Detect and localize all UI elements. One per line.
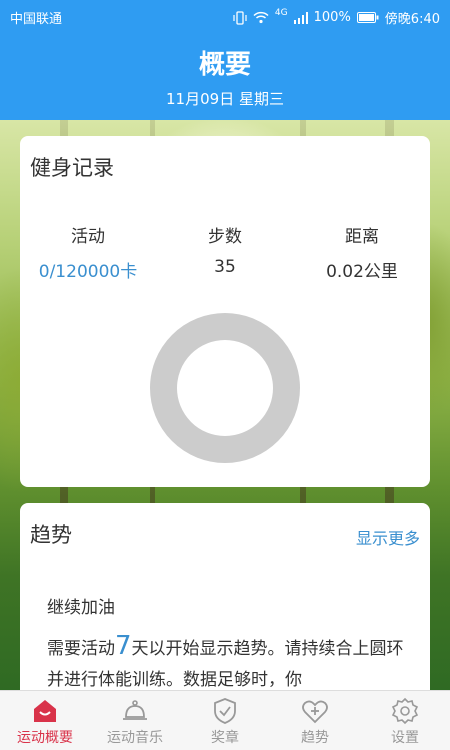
status-bar: 中国联通 4G 100% 傍晚6:40 <box>0 0 450 32</box>
nav-item-overview[interactable]: 运动概要 <box>0 691 90 750</box>
nav-label: 设置 <box>391 730 419 746</box>
bell-icon <box>123 700 147 720</box>
stat-label: 距离 <box>345 227 379 247</box>
desc-prefix: 需要活动 <box>47 639 115 659</box>
stat-value: 35 <box>214 257 236 277</box>
vibrate-icon <box>233 10 247 25</box>
nav-label: 运动概要 <box>17 730 73 746</box>
page-title: 概要 <box>198 50 251 80</box>
desc-days: 7 <box>115 631 132 661</box>
card-title: 趋势 <box>30 523 72 547</box>
trend-description: 需要活动7天以开始显示趋势。请持续合上圆环并进行体能训练。数据足够时，你 <box>47 631 419 696</box>
gear-icon <box>391 697 419 725</box>
fitness-record-card[interactable]: 健身记录 活动 0/120000卡 步数 35 距离 0.02公里 <box>20 136 430 487</box>
header: 中国联通 4G 100% 傍晚6:40 概要 11月09日 星期三 <box>0 0 450 120</box>
stat-value: 0.02公里 <box>326 262 398 282</box>
signal-icon <box>293 11 308 24</box>
medal-icon <box>214 698 236 724</box>
clock-label: 傍晚6:40 <box>384 12 440 27</box>
stat-activity: 活动 0/120000卡 <box>20 222 156 282</box>
activity-ring[interactable] <box>150 313 300 463</box>
nav-label: 奖章 <box>211 730 239 746</box>
date-label: 11月09日 星期三 <box>166 90 284 108</box>
bottom-nav: 运动概要 运动音乐 奖章 趋势 设置 <box>0 690 450 750</box>
heart-plus-icon <box>302 700 328 724</box>
stat-distance: 距离 0.02公里 <box>294 222 430 282</box>
battery-icon <box>356 12 379 23</box>
nav-item-music[interactable]: 运动音乐 <box>90 691 180 750</box>
nav-label: 趋势 <box>301 730 329 746</box>
stat-label: 步数 <box>208 227 242 247</box>
nav-item-settings[interactable]: 设置 <box>360 691 450 750</box>
trend-card: 趋势 显示更多 继续加油 需要活动7天以开始显示趋势。请持续合上圆环并进行体能训… <box>20 503 430 703</box>
network-type-label: 4G <box>274 7 288 18</box>
nav-label: 运动音乐 <box>107 730 163 746</box>
stat-label: 活动 <box>71 227 105 247</box>
app-screen: 中国联通 4G 100% 傍晚6:40 概要 11月09日 星期三 健身记录 活… <box>0 0 450 750</box>
battery-label: 100% <box>313 10 351 25</box>
nav-item-medals[interactable]: 奖章 <box>180 691 270 750</box>
show-more-link[interactable]: 显示更多 <box>356 525 420 549</box>
status-right: 4G 100% 傍晚6:40 <box>233 8 440 27</box>
wifi-icon <box>253 11 269 24</box>
card-title: 健身记录 <box>30 156 114 180</box>
carrier-label: 中国联通 <box>10 12 63 27</box>
stat-value: 0/120000卡 <box>38 262 138 282</box>
nav-item-trends[interactable]: 趋势 <box>270 691 360 750</box>
stat-steps: 步数 35 <box>157 222 293 277</box>
encourage-text: 继续加油 <box>47 598 115 618</box>
home-icon <box>34 700 56 722</box>
